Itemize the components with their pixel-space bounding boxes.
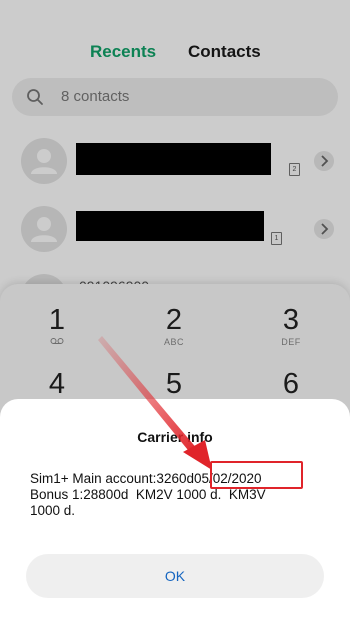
ok-button[interactable]: OK [26,554,324,598]
highlight-box [210,461,303,489]
message-line1: Sim1+ Main account:3260d [30,471,194,486]
message-rest: Bonus 1:28800d KM2V 1000 d. KM3V 1000 d. [30,487,266,518]
carrier-info-dialog: Carrier info Sim1+ Main account:3260d05/… [0,399,350,622]
dialog-title: Carrier info [137,429,213,445]
